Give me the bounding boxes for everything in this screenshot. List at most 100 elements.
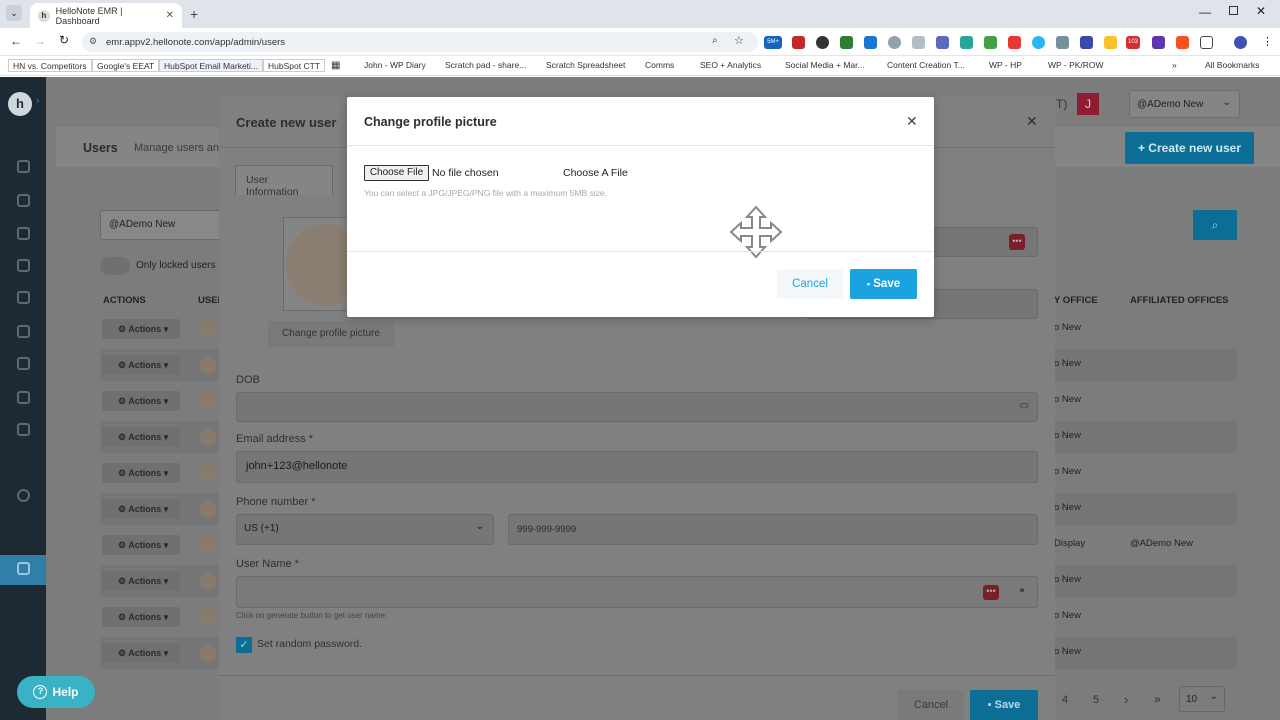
search-button[interactable]: ⌕ <box>1193 210 1237 240</box>
row-actions-button[interactable]: ⚙ Actions ▾ <box>102 571 180 591</box>
pagination-last[interactable]: » <box>1154 692 1161 706</box>
sidebar-item-dashboard-icon[interactable] <box>17 160 30 173</box>
row-actions-button[interactable]: ⚙ Actions ▾ <box>102 427 180 447</box>
sidebar-item-building-icon[interactable] <box>17 325 30 338</box>
extension-flag-icon[interactable] <box>984 36 997 49</box>
create-user-close-icon[interactable]: ✕ <box>1026 113 1038 130</box>
sidebar-item-admin-icon[interactable] <box>17 562 30 575</box>
extension-pen-icon[interactable] <box>1056 36 1069 49</box>
extensions-puzzle-icon[interactable] <box>1200 36 1213 49</box>
bookmark-content-creation[interactable]: Content Creation T... <box>887 60 965 70</box>
reload-icon[interactable]: ↻ <box>59 33 69 47</box>
bookmark-social-media[interactable]: Social Media + Mar... <box>785 60 865 70</box>
random-password-checkbox[interactable]: ✓ <box>236 637 252 653</box>
bookmark-wp-hp[interactable]: WP - HP <box>989 60 1022 70</box>
locked-users-toggle[interactable] <box>100 257 130 275</box>
extension-drop-icon[interactable] <box>1032 36 1045 49</box>
extension-5m-icon[interactable]: 5M+ <box>764 36 782 49</box>
close-tab-icon[interactable]: ✕ <box>166 10 174 21</box>
sidebar-item-documents-icon[interactable] <box>17 291 30 304</box>
browser-menu-icon[interactable]: ⋮ <box>1262 35 1273 48</box>
row-actions-button[interactable]: ⚙ Actions ▾ <box>102 319 180 339</box>
bookmark-star-icon[interactable]: ☆ <box>734 34 744 47</box>
bookmark-john-wp-diary[interactable]: John - WP Diary <box>364 60 426 70</box>
email-field[interactable]: john+123@hellonote <box>236 451 1038 483</box>
pagination-5[interactable]: 5 <box>1093 694 1099 706</box>
close-icon[interactable]: ✕ <box>906 113 918 130</box>
extension-v-icon[interactable] <box>1008 36 1021 49</box>
extension-tag-icon[interactable] <box>864 36 877 49</box>
bookmark-hn-competitors[interactable]: HN vs. Competitors <box>8 59 92 72</box>
row-actions-button[interactable]: ⚙ Actions ▾ <box>102 463 180 483</box>
sidebar-item-billing-icon[interactable] <box>17 259 30 272</box>
bookmarks-overflow-icon[interactable]: » <box>1172 60 1177 70</box>
save-button[interactable]: ▪ Save <box>850 269 917 299</box>
page-size-select[interactable]: 10 ⌄ <box>1179 686 1225 712</box>
minimize-button[interactable]: — <box>1199 5 1211 19</box>
choose-file-button[interactable]: Choose File <box>364 165 429 181</box>
create-new-user-button[interactable]: + Create new user <box>1125 132 1254 164</box>
sidebar-item-megaphone-icon[interactable] <box>17 391 30 404</box>
sidebar-item-calendar-icon[interactable] <box>17 227 30 240</box>
calendar-icon[interactable]: ▭ <box>1020 400 1029 411</box>
dob-field[interactable]: ▭ <box>236 392 1038 422</box>
bookmark-google-eeat[interactable]: Google's EEAT <box>92 59 160 72</box>
sidebar-item-file-icon[interactable] <box>17 423 30 436</box>
pagination-4[interactable]: 4 <box>1062 694 1068 706</box>
sidebar-item-heart-icon[interactable] <box>17 489 30 502</box>
sidebar-item-patients-icon[interactable] <box>17 194 30 207</box>
tab-user-information[interactable]: User Information <box>235 165 333 198</box>
all-bookmarks[interactable]: All Bookmarks <box>1205 60 1259 70</box>
site-info-icon[interactable]: ⚙ <box>89 36 97 47</box>
phone-number-field[interactable]: 999-999-9999 <box>508 514 1038 545</box>
maximize-button[interactable] <box>1229 6 1238 15</box>
extension-red-icon[interactable] <box>792 36 805 49</box>
address-bar[interactable]: ⚙ emr.appv2.hellonote.com/app/admin/user… <box>82 32 758 52</box>
sidebar-item-cloud-icon[interactable] <box>17 357 30 370</box>
extension-m-icon[interactable] <box>960 36 973 49</box>
extension-e-icon[interactable] <box>1080 36 1093 49</box>
forward-icon[interactable]: → <box>34 34 46 48</box>
extension-purple-icon[interactable] <box>1152 36 1165 49</box>
filter-office-input[interactable]: @ADemo New <box>100 210 230 240</box>
avatar[interactable]: J <box>1077 93 1099 115</box>
bookmark-scratch-spreadsheet[interactable]: Scratch Spreadsheet <box>546 60 625 70</box>
tab-search-button[interactable]: ⌄ <box>6 5 22 21</box>
browser-tab[interactable]: h HelloNote EMR | Dashboard ✕ <box>30 3 182 28</box>
username-field[interactable]: ••• ● <box>236 576 1038 608</box>
apps-grid-icon[interactable]: ▦ <box>331 60 340 71</box>
row-actions-button[interactable]: ⚙ Actions ▾ <box>102 355 180 375</box>
create-user-cancel-button[interactable]: Cancel <box>898 690 964 720</box>
bookmark-wp-pk-row[interactable]: WP - PK/ROW <box>1048 60 1104 70</box>
row-actions-button[interactable]: ⚙ Actions ▾ <box>102 391 180 411</box>
extension-wave-icon[interactable] <box>912 36 925 49</box>
row-actions-button[interactable]: ⚙ Actions ▾ <box>102 499 180 519</box>
cancel-button[interactable]: Cancel <box>777 269 843 299</box>
office-select[interactable]: @ADemo New ⌄ <box>1129 90 1240 118</box>
bookmark-seo-analytics[interactable]: SEO + Analytics <box>700 60 761 70</box>
bookmark-hubspot-ctt[interactable]: HubSpot CTT <box>263 59 325 72</box>
sidebar-expand-icon[interactable]: › <box>36 95 40 107</box>
extension-green-icon[interactable] <box>840 36 853 49</box>
bookmark-hubspot-email[interactable]: HubSpot Email Marketi... <box>159 59 264 72</box>
extension-d-icon[interactable] <box>936 36 949 49</box>
hellonote-logo[interactable]: h <box>8 92 32 116</box>
bookmark-comms[interactable]: Comms <box>645 60 674 70</box>
help-button[interactable]: ? Help <box>17 676 95 708</box>
extension-orange-icon[interactable] <box>1176 36 1189 49</box>
create-user-save-button[interactable]: ▪ Save <box>970 690 1038 720</box>
new-tab-button[interactable]: + <box>190 6 198 22</box>
extension-dark-icon[interactable] <box>816 36 829 49</box>
row-actions-button[interactable]: ⚙ Actions ▾ <box>102 643 180 663</box>
change-profile-picture-button[interactable]: Change profile picture <box>268 321 394 347</box>
zoom-icon[interactable]: ⌕ <box>712 35 718 46</box>
profile-avatar-icon[interactable] <box>1234 36 1247 49</box>
row-actions-button[interactable]: ⚙ Actions ▾ <box>102 607 180 627</box>
user-icon[interactable]: ● <box>1019 585 1025 596</box>
country-code-select[interactable]: US (+1) ⌄ <box>236 514 494 545</box>
choose-a-file-label[interactable]: Choose A File <box>563 167 628 179</box>
pagination-next[interactable]: › <box>1124 692 1128 707</box>
back-icon[interactable]: ← <box>10 34 22 48</box>
extension-yellow-icon[interactable] <box>1104 36 1117 49</box>
bookmark-scratch-pad[interactable]: Scratch pad - share... <box>445 60 526 70</box>
